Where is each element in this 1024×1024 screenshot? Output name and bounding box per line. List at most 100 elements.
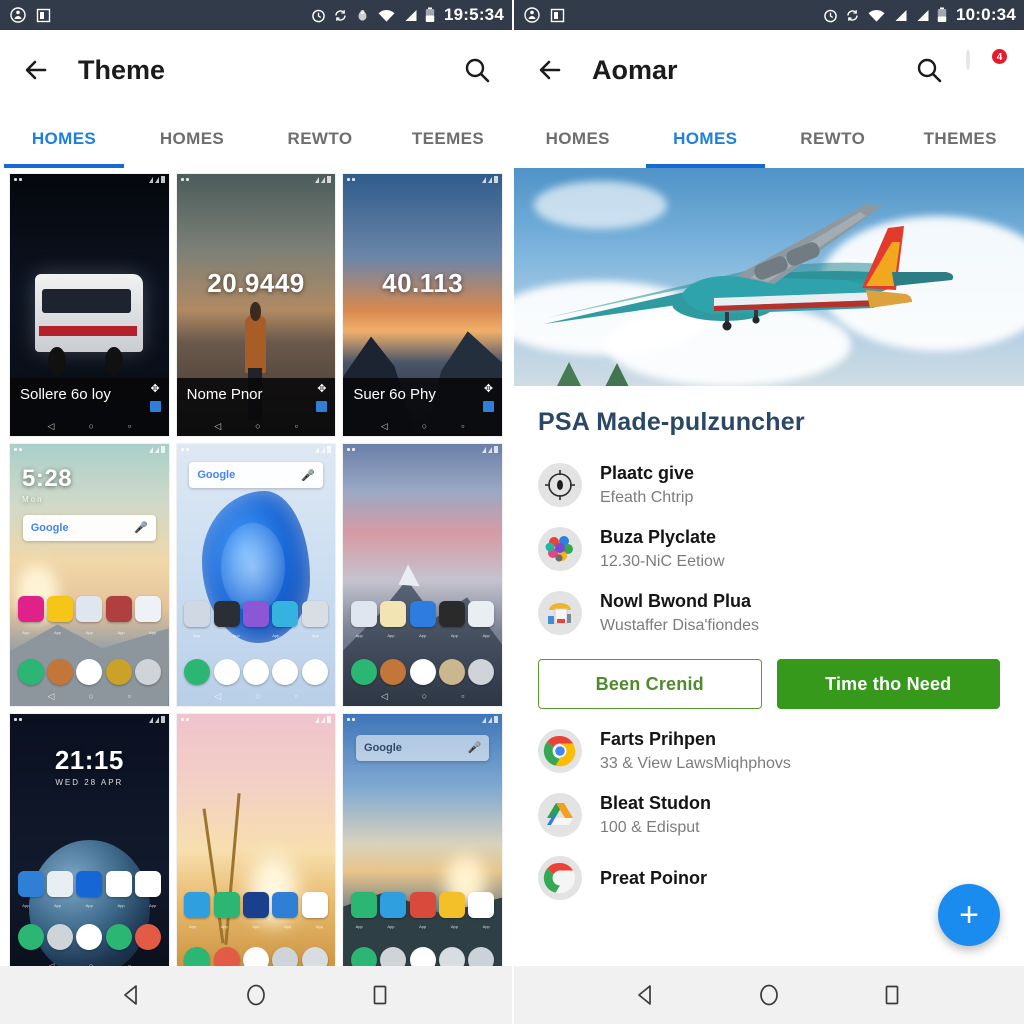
- back-triangle-icon: ◁: [214, 691, 222, 701]
- google-logo: Google: [364, 741, 402, 754]
- apply-icon[interactable]: [149, 401, 161, 412]
- thumb-caption-icons: ✥: [316, 384, 328, 412]
- back-arrow-icon[interactable]: [20, 53, 54, 87]
- thumb-nav-bar: ◁ ○ ▫: [10, 691, 169, 702]
- theme-thumbnail[interactable]: App App App App App: [176, 714, 336, 972]
- move-icon[interactable]: ✥: [317, 384, 326, 395]
- list-item[interactable]: Plaatc give Efeath Chtrip: [514, 453, 1024, 517]
- tab-homes-2[interactable]: HOMES: [642, 110, 770, 168]
- tab-teemes[interactable]: TEEMES: [384, 110, 512, 168]
- bug-icon: [355, 8, 370, 23]
- tab-rewto[interactable]: REWTO: [769, 110, 897, 168]
- back-triangle-icon: ◁: [380, 691, 388, 701]
- home-circle-icon: ○: [255, 691, 261, 701]
- list-item[interactable]: Nowl Bwond Plua Wustaffer Disa'fiondes: [514, 581, 1024, 645]
- app-labels: App App App App App: [188, 923, 324, 929]
- theme-thumbnail[interactable]: Sollere 6o loy ✥ ◁ ○ ▫: [10, 174, 169, 436]
- avatar[interactable]: 4: [966, 48, 1008, 89]
- tab-homes-1[interactable]: HOMES: [514, 110, 642, 168]
- search-icon[interactable]: [462, 55, 492, 85]
- chrome-icon: [538, 856, 582, 901]
- list-item-title: Bleat Studon: [600, 793, 711, 814]
- add-fab-button[interactable]: +: [938, 884, 1000, 946]
- recents-square-icon: ▫: [461, 421, 465, 431]
- back-triangle-icon[interactable]: [633, 982, 659, 1008]
- apply-icon[interactable]: [483, 401, 494, 412]
- recents-square-icon[interactable]: [879, 982, 905, 1008]
- tab-homes-1[interactable]: HOMES: [0, 110, 128, 168]
- home-circle-icon[interactable]: [243, 982, 269, 1008]
- thumb-clock: 5:28 Mon: [10, 465, 169, 504]
- move-icon[interactable]: ✥: [484, 384, 493, 395]
- search-icon[interactable]: [914, 55, 944, 85]
- google-logo: Google: [30, 521, 69, 534]
- recents-square-icon: ▫: [294, 421, 298, 431]
- secondary-button[interactable]: Been Crenid: [538, 659, 762, 710]
- theme-thumbnail[interactable]: 20.9449 Nome Pnor ✥ ◁ ○ ▫: [176, 174, 336, 436]
- primary-button[interactable]: Time tho Need: [776, 659, 1000, 710]
- thumb-status-left: [14, 448, 22, 451]
- alarm-icon: [823, 8, 838, 23]
- list-item-title: Farts Prihpen: [600, 729, 717, 750]
- google-logo: Google: [197, 469, 236, 482]
- face-icon: [524, 7, 540, 23]
- theme-thumbnail[interactable]: Google 🎤 App App App App ◁ ○ ▫: [176, 444, 336, 706]
- wifi-icon: [867, 8, 886, 23]
- recents-square-icon: ▫: [294, 691, 298, 701]
- list-item-text: Preat Poinor: [600, 867, 707, 890]
- thumb-status-bar: [177, 714, 336, 725]
- back-arrow-icon[interactable]: [534, 53, 568, 87]
- tab-themes[interactable]: THEMES: [897, 110, 1024, 168]
- signal-icon: [893, 8, 908, 23]
- palm-tree-icon: [554, 362, 583, 386]
- thumb-status-right: [148, 446, 165, 453]
- hero-image-airplane: [514, 168, 1024, 386]
- tab-homes-2[interactable]: HOMES: [128, 110, 256, 168]
- list-item[interactable]: Bleat Studon 100 & Edisput: [514, 783, 1024, 847]
- home-circle-icon: ○: [88, 421, 94, 431]
- thumb-status-left: [347, 178, 356, 181]
- alarm-icon: [311, 8, 326, 23]
- back-triangle-icon[interactable]: [119, 982, 145, 1008]
- tab-label: HOMES: [31, 129, 97, 148]
- thumb-status-bar: [343, 174, 502, 185]
- home-circle-icon: ○: [421, 691, 428, 701]
- theme-thumbnail[interactable]: 21:15 WED 28 APR AppAppAppAppApp ◁○▫: [10, 714, 169, 972]
- list-item[interactable]: Buza Plyclate 12.30-NiC Eetiow: [514, 517, 1024, 581]
- wifi-icon: [377, 8, 396, 23]
- status-bar-left-icons: [524, 7, 565, 23]
- theme-thumbnail[interactable]: Google 🎤 App App App App App: [343, 714, 502, 972]
- move-icon[interactable]: ✥: [151, 384, 160, 395]
- list-item-subtitle: 100 & Edisput: [600, 818, 700, 836]
- list-item-title: Buza Plyclate: [600, 527, 717, 548]
- tab-label: REWTO: [287, 129, 353, 148]
- tab-rewto[interactable]: REWTO: [256, 110, 384, 168]
- mic-icon[interactable]: 🎤: [134, 521, 148, 534]
- status-bar-right: 10:0:34: [514, 0, 1024, 30]
- list-item[interactable]: Farts Prihpen 33 & View LawsMiqhphovs: [514, 719, 1024, 783]
- mic-icon[interactable]: 🎤: [301, 469, 315, 482]
- google-search-widget[interactable]: Google 🎤: [22, 514, 156, 541]
- thumb-status-left: [347, 718, 356, 721]
- notification-badge: 4: [991, 48, 1008, 65]
- thumb-status-bar: [10, 444, 169, 455]
- tab-bar-left: HOMES HOMES REWTO TEEMES: [0, 110, 512, 168]
- apply-icon[interactable]: [316, 401, 328, 412]
- theme-thumbnail[interactable]: 40.113 Suer 6o Phy ✥ ◁ ○ ▫: [343, 174, 502, 436]
- page-title: Aomar: [592, 54, 678, 85]
- app-bar-actions-left: [462, 55, 492, 85]
- home-circle-icon[interactable]: [756, 982, 782, 1008]
- tab-label: REWTO: [800, 129, 866, 148]
- thumb-nav-bar: ◁ ○ ▫: [343, 691, 502, 702]
- recents-square-icon[interactable]: [367, 982, 393, 1008]
- theme-thumbnail[interactable]: App App App App App ◁ ○ ▫: [343, 444, 502, 706]
- mic-icon[interactable]: 🎤: [468, 741, 482, 754]
- plus-icon: +: [959, 895, 979, 934]
- home-app-row: [343, 892, 502, 919]
- thumb-status-left: [180, 178, 189, 181]
- list-item-subtitle: 12.30-NiC Eetiow: [600, 552, 725, 570]
- theme-thumbnail[interactable]: 5:28 Mon Google 🎤 App App App App App ◁ ○ ▫: [10, 444, 169, 706]
- home-circle-icon: ○: [88, 691, 94, 701]
- google-search-widget[interactable]: Google 🎤: [189, 462, 323, 489]
- google-search-widget[interactable]: Google 🎤: [356, 734, 490, 761]
